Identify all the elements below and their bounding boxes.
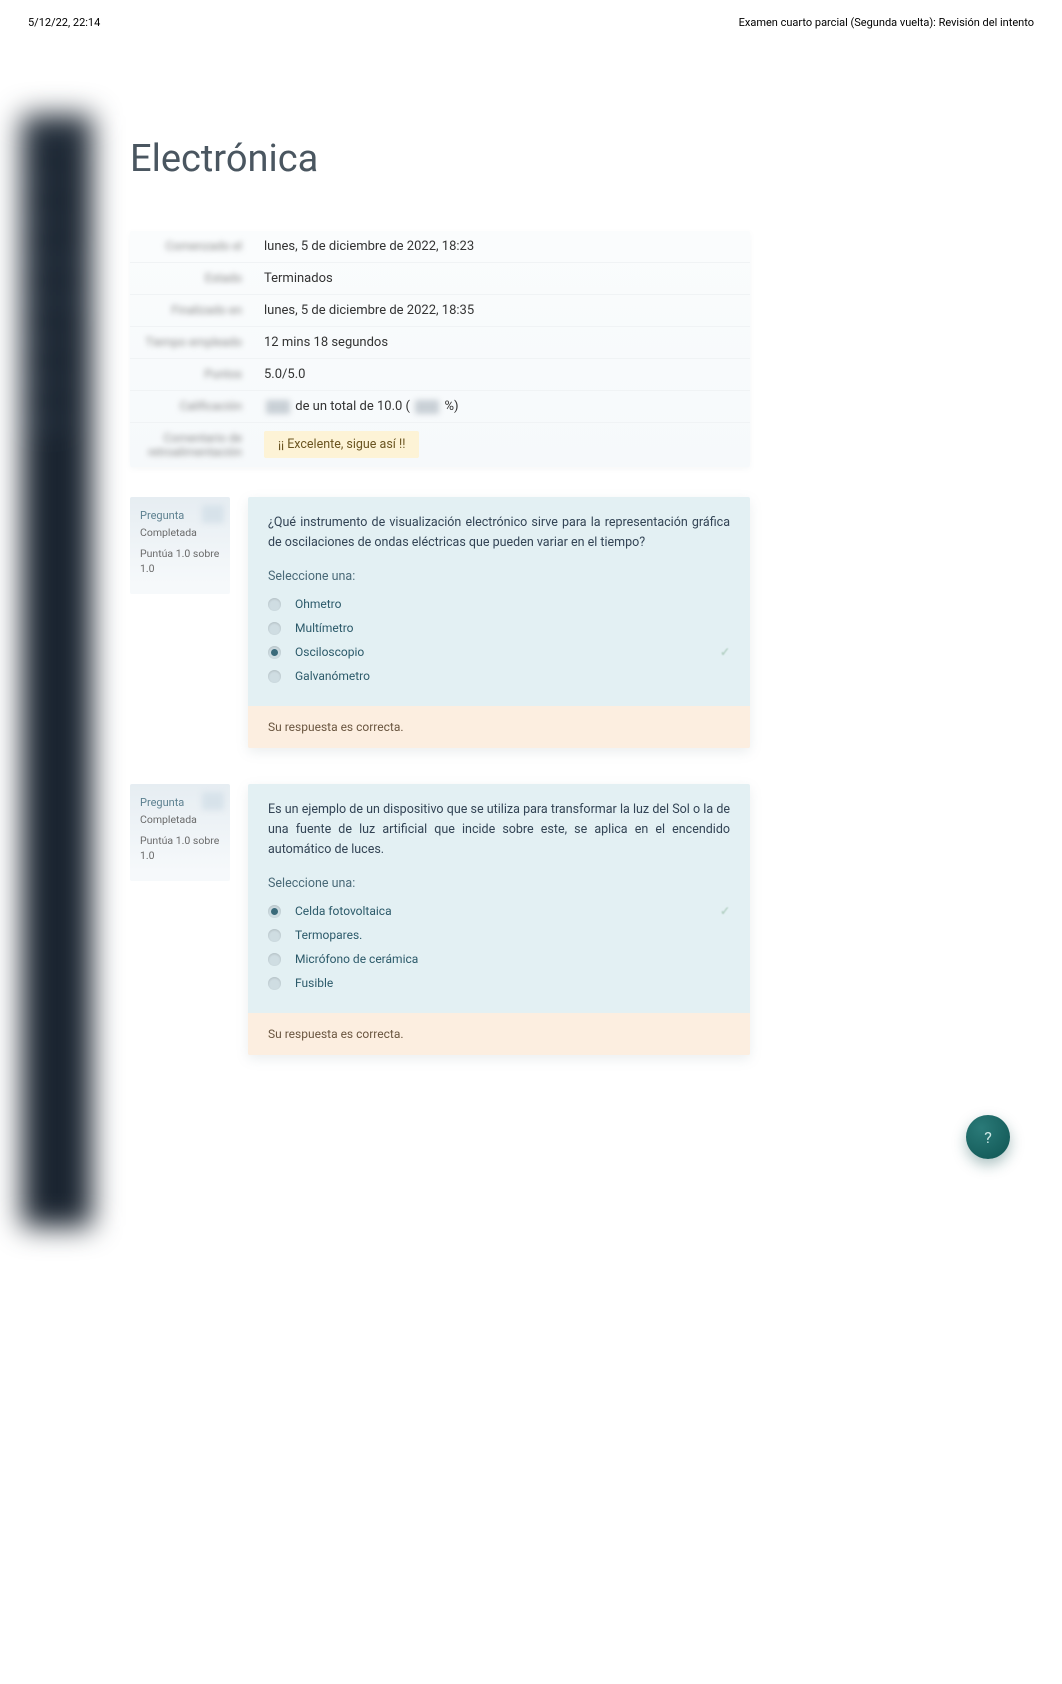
question-label: Pregunta <box>140 509 220 522</box>
question-info: Pregunta Completada Puntúa 1.0 sobre 1.0 <box>130 497 230 594</box>
question-feedback: Su respuesta es correcta. <box>248 706 750 748</box>
question-status: Completada <box>140 813 220 826</box>
question-score: Puntúa 1.0 sobre 1.0 <box>140 547 220 576</box>
print-header: 5/12/22, 22:14 Examen cuarto parcial (Se… <box>0 0 1062 37</box>
option-text: Celda fotovoltaica <box>295 904 392 918</box>
grade-obscured <box>266 400 290 414</box>
summary-label: Estado <box>130 263 252 293</box>
summary-value: Terminados <box>252 263 750 294</box>
option-row[interactable]: Multímetro <box>268 616 730 640</box>
question-info: Pregunta Completada Puntúa 1.0 sobre 1.0 <box>130 784 230 881</box>
summary-label: Finalizado en <box>130 295 252 325</box>
sidebar-item[interactable] <box>28 135 78 147</box>
options-list: Ohmetro Multímetro Osciloscopio Galvanómetr… <box>248 588 750 706</box>
sidebar-item[interactable] <box>28 375 68 387</box>
summary-value: lunes, 5 de diciembre de 2022, 18:35 <box>252 295 750 326</box>
option-text: Fusible <box>295 976 333 990</box>
sidebar-item[interactable] <box>28 295 78 307</box>
option-row[interactable]: Micrófono de cerámica <box>268 947 730 971</box>
grade-obscured <box>415 400 439 414</box>
summary-label: Tiempo empleado <box>130 327 252 357</box>
option-text: Galvanómetro <box>295 669 370 683</box>
feedback-pill: ¡¡ Excelente, sigue así !! <box>264 431 419 458</box>
left-sidebar <box>22 115 92 1227</box>
radio-icon[interactable] <box>268 977 281 990</box>
sidebar-item[interactable] <box>28 215 68 227</box>
grade-text-mid: de un total de 10.0 ( <box>295 399 410 414</box>
question-body: Es un ejemplo de un dispositivo que se u… <box>248 784 750 1055</box>
summary-value: 12 mins 18 segundos <box>252 327 750 358</box>
sidebar-item[interactable] <box>28 255 78 267</box>
radio-icon[interactable] <box>268 953 281 966</box>
page-title: Electrónica <box>130 137 992 181</box>
radio-icon[interactable] <box>268 929 281 942</box>
chat-icon: ? <box>984 1128 992 1147</box>
option-text: Osciloscopio <box>295 645 364 659</box>
radio-icon[interactable] <box>268 905 281 918</box>
chat-fab[interactable]: ? <box>966 1115 1010 1159</box>
attempt-summary: Comenzado el lunes, 5 de diciembre de 20… <box>130 231 750 467</box>
print-title: Examen cuarto parcial (Segunda vuelta): … <box>739 16 1034 29</box>
question-status: Completada <box>140 526 220 539</box>
question-block: Pregunta Completada Puntúa 1.0 sobre 1.0 Es… <box>130 784 750 1055</box>
question-text: Es un ejemplo de un dispositivo que se u… <box>248 784 750 870</box>
question-score: Puntúa 1.0 sobre 1.0 <box>140 834 220 863</box>
option-row[interactable]: Ohmetro <box>268 592 730 616</box>
summary-value: lunes, 5 de diciembre de 2022, 18:23 <box>252 231 750 262</box>
option-row[interactable]: Galvanómetro <box>268 664 730 688</box>
option-text: Multímetro <box>295 621 354 635</box>
options-list: Celda fotovoltaica Termopares. Micrófono d… <box>248 895 750 1013</box>
question-block: Pregunta Completada Puntúa 1.0 sobre 1.0 ¿Q… <box>130 497 750 748</box>
option-row[interactable]: Termopares. <box>268 923 730 947</box>
summary-label: Calificación <box>130 391 252 421</box>
question-prompt: Seleccione una: <box>248 870 750 895</box>
grade-value: de un total de 10.0 ( %) <box>252 391 750 422</box>
summary-label: Comenzado el <box>130 231 252 261</box>
summary-label: Comentario de retroalimentación <box>130 423 252 467</box>
sidebar-item[interactable] <box>28 175 68 187</box>
question-prompt: Seleccione una: <box>248 563 750 588</box>
question-body: ¿Qué instrumento de visualización electr… <box>248 497 750 748</box>
question-label: Pregunta <box>140 796 220 809</box>
breadcrumb <box>90 37 1032 91</box>
option-text: Micrófono de cerámica <box>295 952 418 966</box>
sidebar-item[interactable] <box>28 335 68 347</box>
question-text: ¿Qué instrumento de visualización electr… <box>248 497 750 563</box>
question-feedback: Su respuesta es correcta. <box>248 1013 750 1055</box>
radio-icon[interactable] <box>268 646 281 659</box>
grade-text-end: %) <box>444 399 458 414</box>
option-text: Termopares. <box>295 928 362 942</box>
summary-feedback: ¡¡ Excelente, sigue así !! <box>252 423 750 466</box>
option-text: Ohmetro <box>295 597 341 611</box>
option-row[interactable]: Celda fotovoltaica <box>268 899 730 923</box>
summary-value: 5.0/5.0 <box>252 359 750 390</box>
print-timestamp: 5/12/22, 22:14 <box>28 16 100 29</box>
sidebar-item[interactable] <box>28 415 68 427</box>
option-row[interactable]: Osciloscopio <box>268 640 730 664</box>
radio-icon[interactable] <box>268 622 281 635</box>
radio-icon[interactable] <box>268 670 281 683</box>
option-row[interactable]: Fusible <box>268 971 730 995</box>
summary-label: Puntos <box>130 359 252 389</box>
radio-icon[interactable] <box>268 598 281 611</box>
